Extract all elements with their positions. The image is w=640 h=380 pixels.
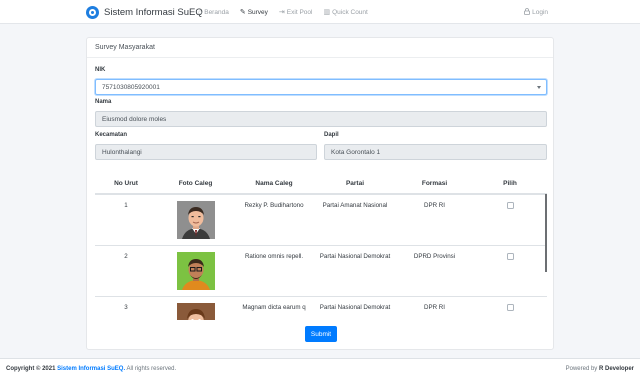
table-scrollbar[interactable] bbox=[545, 194, 547, 272]
col-formasi: Formasi bbox=[396, 173, 473, 195]
top-navbar: Sistem Informasi SuEQ ⌂ Beranda ✎ Survey… bbox=[0, 0, 640, 24]
table-row: 1 Rezky P. Budihartono Partai Amanat Nas… bbox=[95, 194, 547, 246]
card-title: Survey Masyarakat bbox=[87, 38, 553, 58]
candidate-photo bbox=[176, 201, 215, 239]
row-formasi: DPR RI bbox=[396, 194, 473, 246]
pilih-checkbox[interactable] bbox=[506, 303, 514, 311]
nik-value: 7571030805920001 bbox=[102, 83, 160, 91]
login-link[interactable]: Login bbox=[524, 0, 548, 24]
exit-icon: ⇥ bbox=[278, 9, 285, 16]
lock-icon bbox=[524, 7, 530, 17]
nav-item-survey[interactable]: ✎ Survey bbox=[239, 8, 268, 17]
kecamatan-value: Hulonthalangi bbox=[102, 148, 142, 156]
dapil-label: Dapil bbox=[324, 132, 339, 138]
nama-label: Nama bbox=[95, 99, 112, 105]
table-row: 2 Ratione omnis repell. Partai Nasional … bbox=[95, 245, 547, 297]
home-icon: ⌂ bbox=[198, 8, 203, 16]
brand-logo-icon bbox=[86, 5, 99, 19]
nama-value: Eiusmod dolore moles bbox=[102, 115, 167, 123]
powered-by: Powered by R Developer bbox=[566, 366, 634, 372]
kecamatan-field: Hulonthalangi bbox=[95, 144, 317, 160]
copyright-text: Copyright © 2021 Sistem Informasi SuEQ. … bbox=[6, 366, 176, 372]
survey-card: Survey Masyarakat NIK 7571030805920001 N… bbox=[86, 37, 554, 350]
nik-select[interactable]: 7571030805920001 bbox=[95, 79, 547, 95]
main-nav: ⌂ Beranda ✎ Survey ⇥ Exit Pool ▥ Quick C… bbox=[198, 0, 379, 24]
nav-label: Beranda bbox=[204, 8, 229, 16]
copyright-suffix: All rights reserved. bbox=[126, 366, 177, 372]
row-nama: Ratione omnis repell. bbox=[234, 245, 314, 297]
developer-name: R Developer bbox=[598, 366, 634, 372]
brand-link[interactable]: Sistem Informasi SuEQ bbox=[86, 4, 203, 20]
nama-field: Eiusmod dolore moles bbox=[95, 111, 547, 127]
col-foto-caleg: Foto Caleg bbox=[157, 173, 234, 195]
row-partai: Partai Nasional Demokrat bbox=[314, 296, 396, 320]
nav-label: Quick Count bbox=[332, 8, 368, 16]
powered-prefix: Powered by bbox=[565, 366, 598, 372]
login-label: Login bbox=[532, 8, 548, 16]
row-partai: Partai Nasional Demokrat bbox=[314, 245, 396, 297]
col-partai: Partai bbox=[314, 173, 396, 195]
submit-button[interactable]: Submit bbox=[305, 326, 337, 342]
chevron-down-icon bbox=[537, 86, 541, 89]
bar-chart-icon: ▥ bbox=[323, 9, 331, 16]
row-nama: Rezky P. Budihartono bbox=[234, 194, 314, 246]
row-no: 1 bbox=[95, 194, 157, 246]
nav-item-exit-pool[interactable]: ⇥ Exit Pool bbox=[278, 8, 313, 17]
nik-label: NIK bbox=[95, 67, 106, 73]
row-nama: Magnam dicta earum q bbox=[234, 296, 314, 320]
copyright-prefix: Copyright © 2021 bbox=[6, 366, 56, 372]
candidate-photo bbox=[176, 302, 215, 320]
nav-item-quick-count[interactable]: ▥ Quick Count bbox=[323, 8, 368, 17]
nav-label: Survey bbox=[247, 8, 268, 16]
pilih-checkbox[interactable] bbox=[506, 252, 514, 260]
edit-icon: ✎ bbox=[239, 9, 246, 16]
row-no: 2 bbox=[95, 245, 157, 297]
brand-name: Sistem Informasi SuEQ bbox=[104, 6, 203, 18]
candidate-photo bbox=[176, 251, 215, 290]
page-footer: Copyright © 2021 Sistem Informasi SuEQ. … bbox=[0, 358, 640, 380]
footer-brand-link[interactable]: Sistem Informasi SuEQ. bbox=[57, 366, 125, 372]
row-formasi: DPRD Provinsi bbox=[396, 245, 473, 297]
nav-item-beranda[interactable]: ⌂ Beranda bbox=[198, 9, 229, 16]
nav-label: Exit Pool bbox=[286, 8, 313, 16]
col-pilih: Pilih bbox=[473, 173, 547, 195]
table-row: 3 Magnam dicta earum q Partai Nasional D… bbox=[95, 296, 547, 320]
row-no: 3 bbox=[95, 296, 157, 320]
candidate-table: No Urut Foto Caleg Nama Caleg Partai For… bbox=[95, 173, 547, 320]
candidate-table-scroll[interactable]: No Urut Foto Caleg Nama Caleg Partai For… bbox=[95, 173, 547, 320]
dapil-value: Kota Gorontalo 1 bbox=[331, 148, 381, 156]
dapil-field: Kota Gorontalo 1 bbox=[324, 144, 547, 160]
col-nama-caleg: Nama Caleg bbox=[234, 173, 314, 195]
kecamatan-label: Kecamatan bbox=[95, 132, 128, 138]
row-formasi: DPR RI bbox=[396, 296, 473, 320]
col-no-urut: No Urut bbox=[95, 173, 157, 195]
table-header-row: No Urut Foto Caleg Nama Caleg Partai For… bbox=[95, 173, 547, 195]
row-partai: Partai Amanat Nasional bbox=[314, 194, 396, 246]
pilih-checkbox[interactable] bbox=[506, 202, 514, 209]
